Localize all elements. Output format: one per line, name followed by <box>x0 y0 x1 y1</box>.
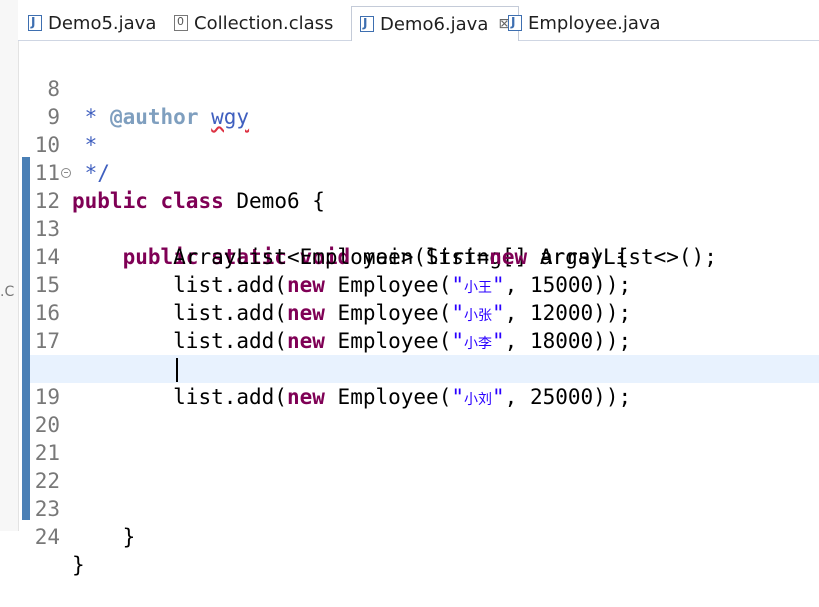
line-number: 24 <box>34 525 60 549</box>
tab-employee-java[interactable]: Employee.java <box>500 6 669 40</box>
line-content: } <box>72 551 85 579</box>
code-line: 13 ArrayList<Employee> list=new ArrayLis… <box>30 187 819 269</box>
fold-toggle-icon[interactable]: − <box>61 168 71 178</box>
code-line: 18 list.add(new Employee("小刘", 25000)); <box>30 327 819 409</box>
code-line: 9 * <box>30 75 819 157</box>
closing-brace: } <box>122 525 136 549</box>
code-line: 21 <box>30 411 819 465</box>
code-editor[interactable]: 8 * @author wgy 9 * 10 */ 11 public clas… <box>30 40 819 577</box>
clipped-text: .C <box>0 284 15 300</box>
editor-tab-bar: Demo5.java Collection.class Demo6.java ⊠… <box>18 0 819 41</box>
code-line: 14 list.add(new Employee("小王", 15000)); <box>30 215 819 297</box>
tab-label: Collection.class <box>194 12 334 34</box>
java-file-icon <box>28 15 42 31</box>
tab-collection-class[interactable]: Collection.class <box>166 6 341 40</box>
package-explorer-edge: .C <box>0 0 19 531</box>
code-line: 8 * @author wgy <box>30 47 819 129</box>
class-file-icon <box>174 15 188 31</box>
current-code-line: 19 <box>30 355 819 409</box>
tab-label: Employee.java <box>528 12 661 34</box>
text-cursor <box>176 358 178 382</box>
code-line: 12 − public static void main(String[] ar… <box>30 159 819 269</box>
code-line: 24 } <box>30 495 819 577</box>
code-line: 23 } <box>30 467 819 549</box>
tab-label: Demo6.java <box>380 13 489 35</box>
code-line: 10 */ <box>30 103 819 185</box>
code-line: 22 <box>30 439 819 493</box>
code-line: 16 list.add(new Employee("小李", 18000)); <box>30 271 819 353</box>
occurrence-ruler <box>22 157 30 520</box>
tab-demo5-java[interactable]: Demo5.java <box>20 6 164 40</box>
closing-brace: } <box>72 553 85 577</box>
code-line: 17 list.add(new Employee("小孙", 20000)); <box>30 299 819 381</box>
code-line: 11 public class Demo6 { <box>30 131 819 213</box>
line-content: } <box>72 523 136 551</box>
tab-demo6-java[interactable]: Demo6.java ⊠ <box>351 6 520 41</box>
java-file-icon <box>508 15 522 31</box>
code-line: 15 list.add(new Employee("小张", 12000)); <box>30 243 819 325</box>
java-file-icon <box>360 16 374 32</box>
code-line: 20 <box>30 383 819 437</box>
tab-label: Demo5.java <box>48 12 157 34</box>
